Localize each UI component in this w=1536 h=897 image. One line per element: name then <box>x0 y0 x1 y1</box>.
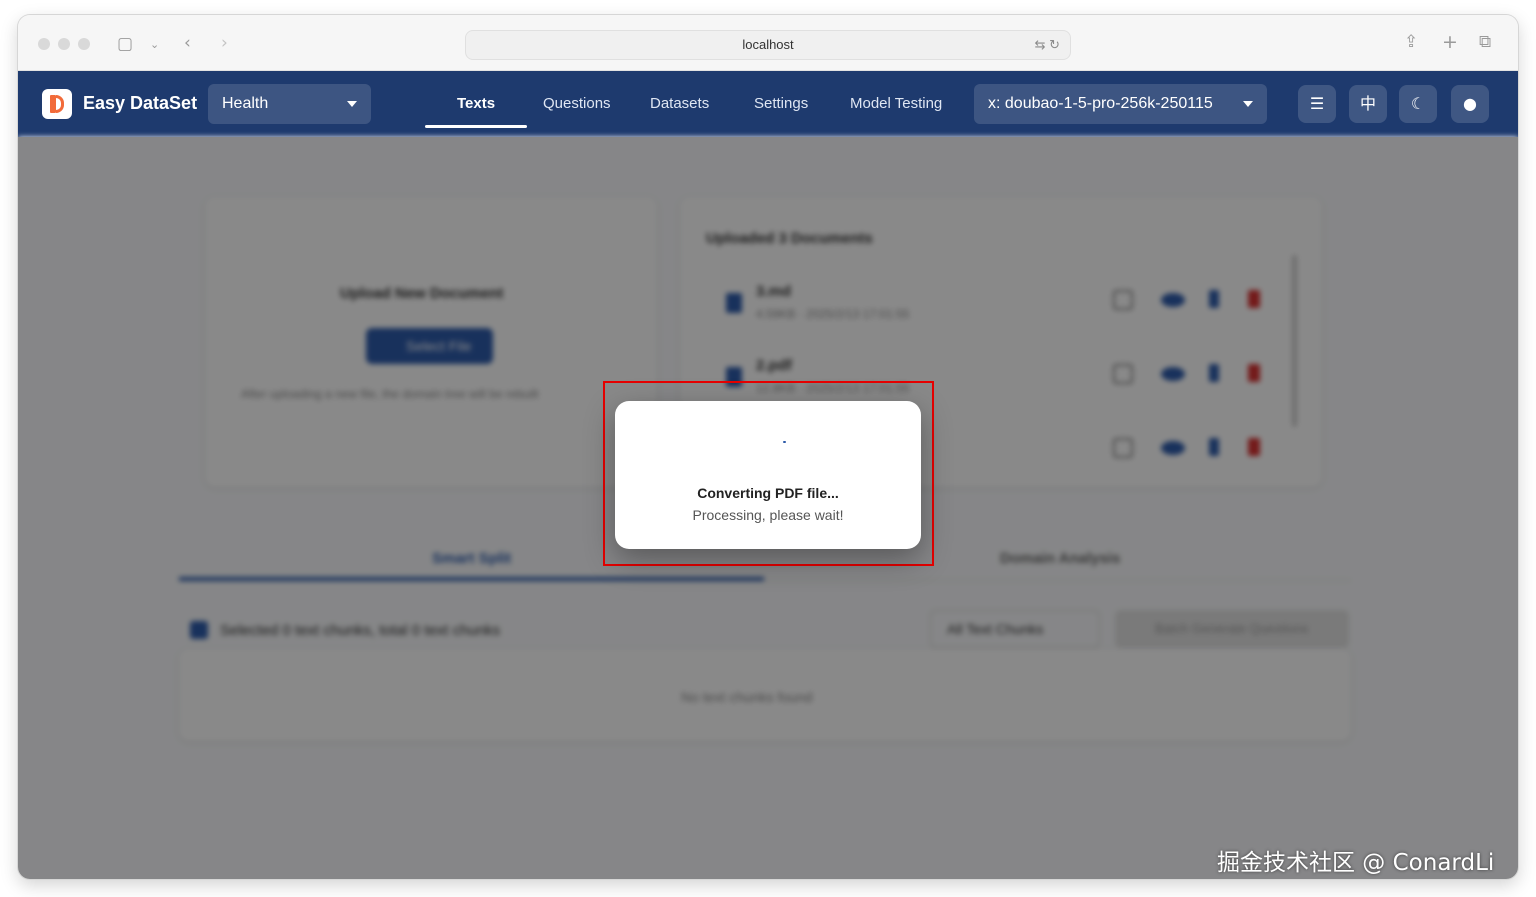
zoom-window-button[interactable] <box>78 38 90 50</box>
translate-icon[interactable]: ⇆ <box>1035 37 1046 52</box>
address-bar[interactable]: localhost ⇆ ↻ <box>465 30 1071 60</box>
caret-down-icon <box>1243 101 1253 107</box>
converting-dialog: Converting PDF file... Processing, pleas… <box>615 401 921 549</box>
list-view-button[interactable]: ☰ <box>1298 85 1336 123</box>
moon-icon: ☾ <box>1410 94 1426 113</box>
tab-settings[interactable]: Settings <box>754 95 808 112</box>
logo-icon <box>42 89 72 119</box>
model-select-value: x: doubao-1-5-pro-256k-250115 <box>988 95 1213 112</box>
browser-toolbar: ▢ ⌄ ‹ › localhost ⇆ ↻ ⇪ + ⧉ <box>18 15 1518 71</box>
minimize-window-button[interactable] <box>58 38 70 50</box>
new-tab-icon[interactable]: + <box>1442 32 1458 52</box>
brand-name: Easy DataSet <box>83 93 198 113</box>
app-header: Easy DataSet Health Texts Questions Data… <box>18 71 1518 137</box>
dialog-subtitle: Processing, please wait! <box>692 507 844 523</box>
chevron-down-icon[interactable]: ⌄ <box>150 35 159 55</box>
browser-window: ▢ ⌄ ‹ › localhost ⇆ ↻ ⇪ + ⧉ Easy DataSet… <box>18 15 1518 879</box>
tab-questions[interactable]: Questions <box>543 95 611 112</box>
loading-spinner-icon <box>783 441 786 443</box>
model-select[interactable]: x: doubao-1-5-pro-256k-250115 <box>974 84 1267 124</box>
tab-model-testing[interactable]: Model Testing <box>850 95 942 112</box>
back-icon[interactable]: ‹ <box>184 33 191 53</box>
watermark: 掘金技术社区 @ ConardLi <box>1217 850 1495 876</box>
language-label: 中 <box>1359 94 1376 113</box>
reload-icon[interactable]: ↻ <box>1049 37 1060 52</box>
share-icon[interactable]: ⇪ <box>1404 32 1418 52</box>
caret-down-icon <box>347 101 357 107</box>
url-text: localhost <box>742 37 794 52</box>
language-button[interactable]: 中 <box>1349 85 1387 123</box>
sidebar-toggle-icon[interactable]: ▢ <box>117 34 133 54</box>
forward-icon[interactable]: › <box>221 33 228 53</box>
project-select[interactable]: Health <box>208 84 371 124</box>
theme-toggle-button[interactable]: ☾ <box>1399 85 1437 123</box>
list-icon: ☰ <box>1309 94 1325 113</box>
github-button[interactable]: ● <box>1451 85 1489 123</box>
active-tab-indicator <box>425 125 527 128</box>
tab-datasets[interactable]: Datasets <box>650 95 709 112</box>
project-select-value: Health <box>222 95 269 112</box>
dialog-title: Converting PDF file... <box>697 485 839 501</box>
tab-overview-icon[interactable]: ⧉ <box>1479 32 1491 52</box>
github-icon: ● <box>1463 94 1477 113</box>
tab-texts[interactable]: Texts <box>457 95 495 112</box>
close-window-button[interactable] <box>38 38 50 50</box>
